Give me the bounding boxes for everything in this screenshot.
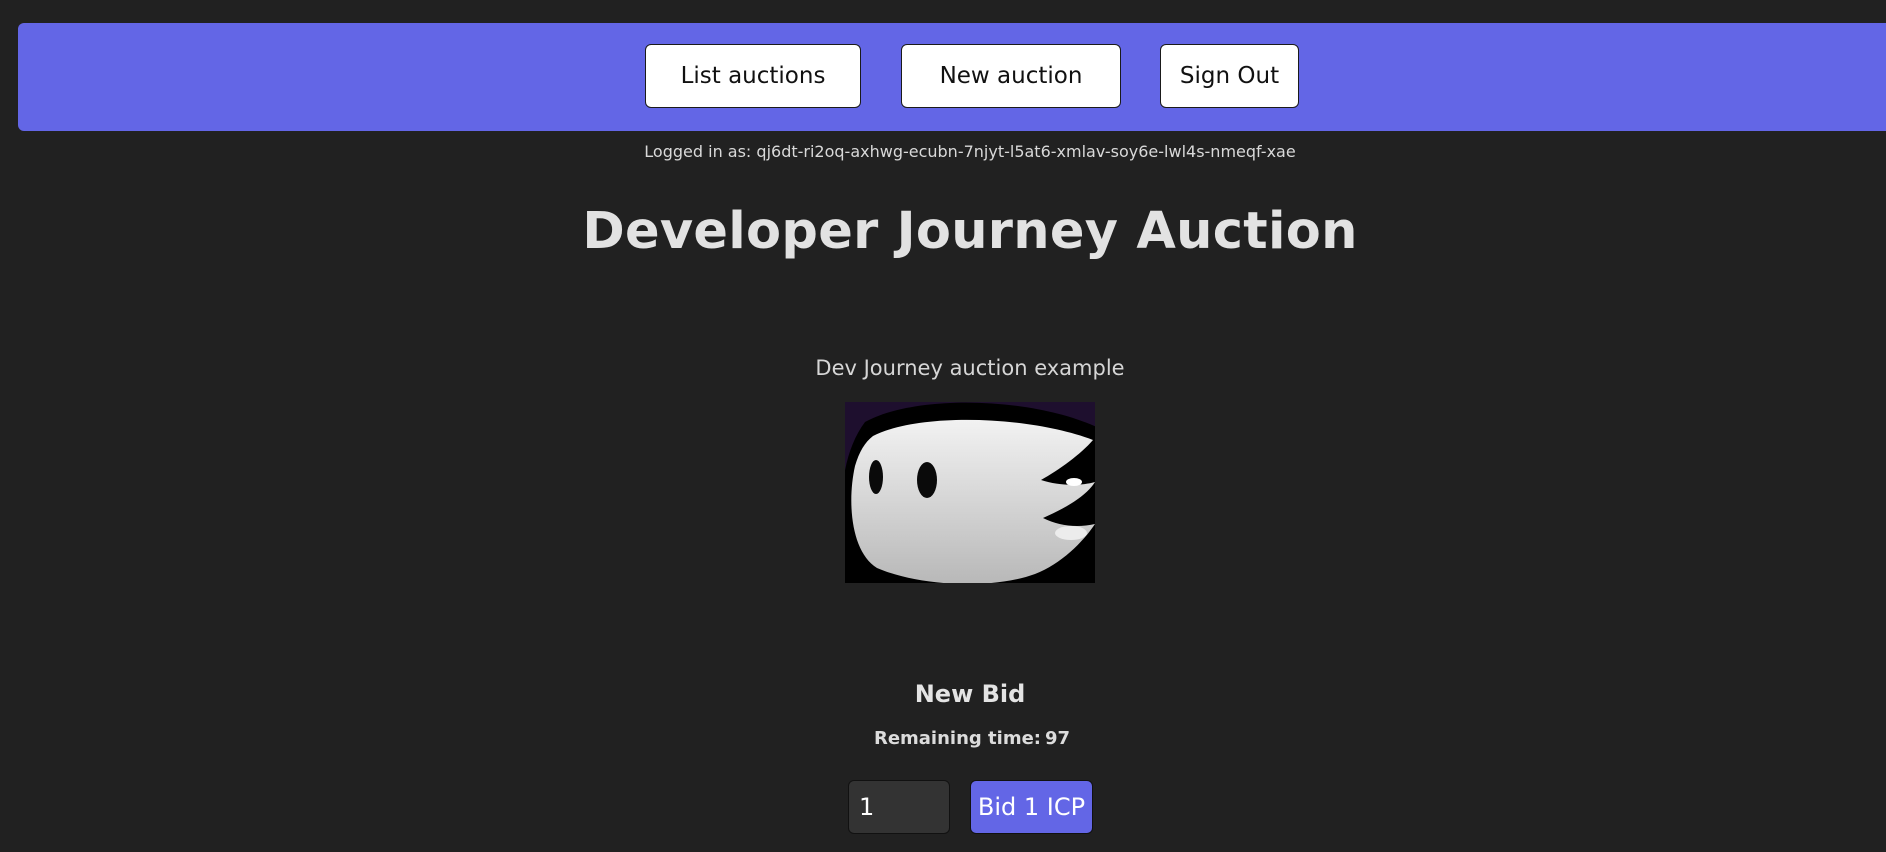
new-bid-heading: New Bid: [914, 680, 1026, 708]
list-auctions-button[interactable]: List auctions: [645, 44, 861, 108]
sign-out-button[interactable]: Sign Out: [1160, 44, 1299, 108]
remaining-time: Remaining time: 97: [0, 728, 1886, 749]
auction-description: Dev Journey auction example: [815, 356, 1125, 380]
new-auction-button[interactable]: New auction: [901, 44, 1121, 108]
auction-title: Developer Journey Auction: [582, 202, 1358, 261]
bid-amount-input[interactable]: [848, 780, 950, 834]
remaining-time-value: 97: [1044, 728, 1071, 749]
auction-image: [845, 402, 1095, 583]
navbar: List auctions New auction Sign Out: [18, 23, 1886, 131]
remaining-time-label: Remaining time:: [873, 728, 1041, 749]
page: List auctions New auction Sign Out Logge…: [0, 0, 1886, 852]
bid-button[interactable]: Bid 1 ICP: [970, 780, 1093, 834]
ghost-image-icon: [845, 402, 1095, 583]
logged-in-principal: Logged in as: qj6dt-ri2oq-axhwg-ecubn-7n…: [644, 142, 1296, 161]
